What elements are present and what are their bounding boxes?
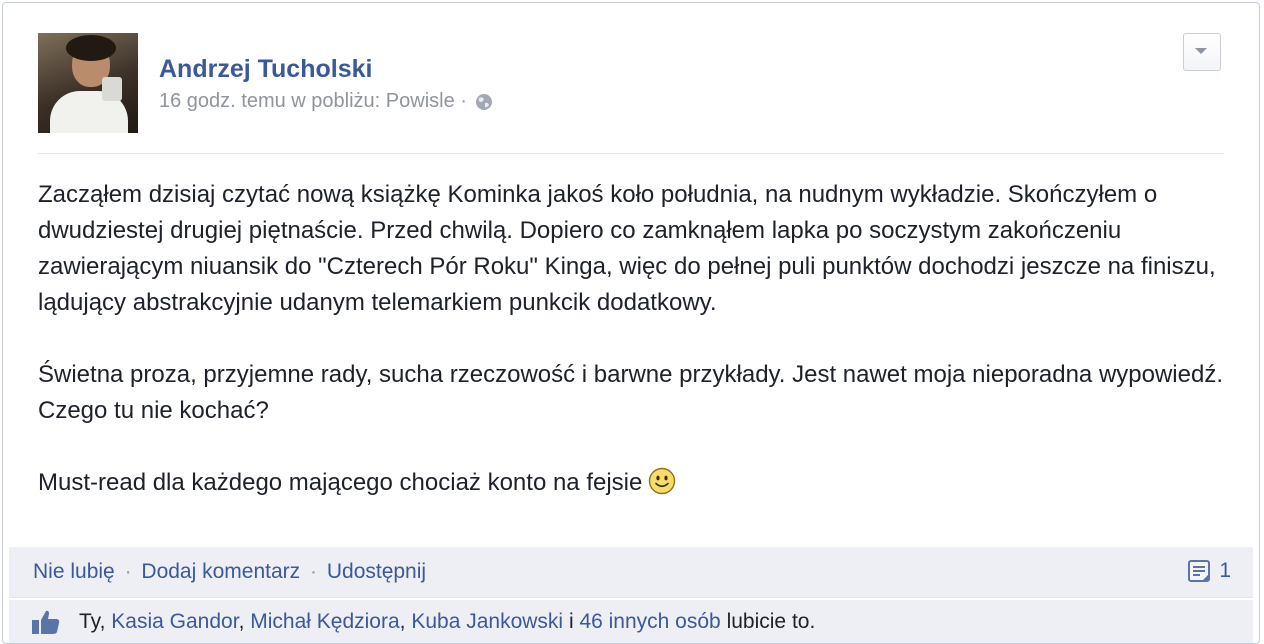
post-content: Zacząłem dzisiaj czytać nową książkę Kom… — [38, 177, 1238, 501]
share-link[interactable]: Udostępnij — [327, 560, 426, 583]
comment-icon — [1188, 560, 1211, 582]
others-likes-link[interactable]: 46 innych osób — [579, 610, 720, 633]
separator: · — [124, 560, 132, 583]
comma: , — [238, 610, 245, 633]
liker-link[interactable]: Michał Kędziora — [250, 610, 399, 633]
post-paragraph-text: Must-read dla każdego mającego chociaż k… — [38, 469, 643, 496]
chevron-down-icon — [1195, 48, 1207, 54]
liker-link[interactable]: Kuba Jankowski — [411, 610, 563, 633]
smiley-icon — [649, 467, 676, 495]
likes-sentence: Ty, Kasia Gandor, Michał Kędziora, Kuba … — [79, 610, 815, 634]
post-actions-bar: Nie lubię · Dodaj komentarz · Udostępnij… — [9, 547, 1253, 598]
author-name[interactable]: Andrzej Tucholski — [159, 55, 372, 84]
post-timestamp-location[interactable]: 16 godz. temu w pobliżu: Powisle · — [159, 90, 467, 113]
likes-bar: Ty, Kasia Gandor, Michał Kędziora, Kuba … — [9, 600, 1253, 643]
likes-conjunction: i — [568, 610, 574, 633]
post-meta: 16 godz. temu w pobliżu: Powisle · — [159, 90, 493, 113]
separator: · — [310, 560, 317, 583]
post-options-button[interactable] — [1183, 33, 1221, 71]
post-paragraph: Must-read dla każdego mającego chociaż k… — [38, 465, 1238, 501]
post-paragraph: Świetna proza, przyjemne rady, sucha rze… — [38, 361, 1223, 424]
comma: , — [399, 610, 406, 633]
post-paragraph: Zacząłem dzisiaj czytać nową książkę Kom… — [38, 181, 1216, 316]
post-card: Andrzej Tucholski 16 godz. temu w pobliż… — [2, 2, 1260, 644]
unlike-link[interactable]: Nie lubię — [33, 560, 115, 583]
likes-you: Ty, — [79, 610, 106, 633]
avatar[interactable] — [38, 33, 138, 133]
thumbs-up-icon — [32, 610, 60, 634]
add-comment-link[interactable]: Dodaj komentarz — [141, 560, 300, 583]
comment-count-button[interactable]: 1 — [1187, 559, 1231, 583]
likes-suffix: lubicie to. — [726, 610, 816, 633]
comment-count: 1 — [1219, 559, 1231, 582]
header-divider — [38, 153, 1224, 154]
liker-link[interactable]: Kasia Gandor — [111, 610, 238, 633]
globe-icon[interactable] — [475, 93, 493, 111]
